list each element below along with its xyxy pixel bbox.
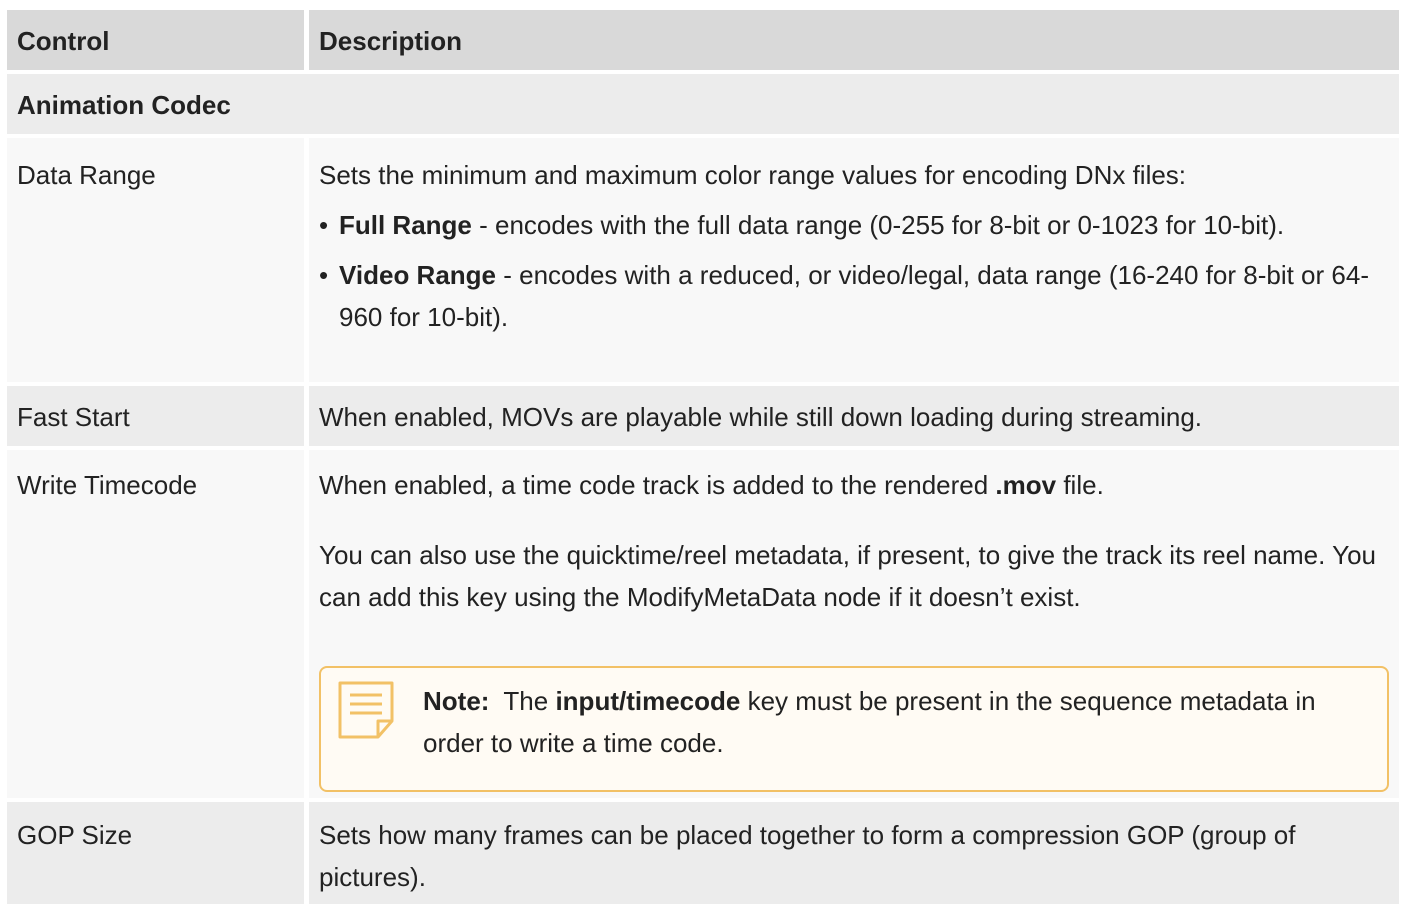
- table-row: GOP Size Sets how many frames can be pla…: [7, 802, 1399, 904]
- description-paragraph: When enabled, a time code track is added…: [319, 470, 1104, 500]
- bullet-text: - encodes with the full data range (0-25…: [471, 210, 1285, 240]
- list-item: Full Range - encodes with the full data …: [319, 204, 1389, 246]
- description-paragraph: You can also use the quicktime/reel meta…: [319, 540, 1376, 612]
- control-description: When enabled, MOVs are playable while st…: [309, 386, 1399, 446]
- note-label: Note:: [423, 686, 490, 716]
- control-name: GOP Size: [7, 802, 304, 904]
- table-row: Write Timecode When enabled, a time code…: [7, 450, 1399, 798]
- control-description: When enabled, a time code track is added…: [309, 450, 1399, 798]
- bullet-label: Video Range: [339, 260, 497, 290]
- control-description: Sets the minimum and maximum color range…: [309, 138, 1399, 382]
- table-row: Data Range Sets the minimum and maximum …: [7, 138, 1399, 382]
- list-item: Video Range - encodes with a reduced, or…: [319, 254, 1389, 338]
- bullet-label: Full Range: [339, 210, 472, 240]
- table-header: Control Description: [7, 10, 1399, 70]
- control-name: Data Range: [7, 138, 304, 382]
- control-description: Sets how many frames can be placed toget…: [309, 802, 1399, 904]
- column-header-description: Description: [309, 10, 1399, 70]
- description-intro: Sets the minimum and maximum color range…: [319, 160, 1187, 190]
- note-document-icon: [337, 680, 395, 740]
- section-heading: Animation Codec: [7, 74, 1399, 134]
- table-row: Fast Start When enabled, MOVs are playab…: [7, 386, 1399, 446]
- control-name: Fast Start: [7, 386, 304, 446]
- column-header-control: Control: [7, 10, 304, 70]
- note-text: Note: The input/timecode key must be pre…: [423, 686, 1316, 758]
- controls-table: Control Description Animation Codec Data…: [7, 10, 1399, 908]
- note-callout: Note: The input/timecode key must be pre…: [319, 666, 1389, 792]
- control-name: Write Timecode: [7, 450, 304, 798]
